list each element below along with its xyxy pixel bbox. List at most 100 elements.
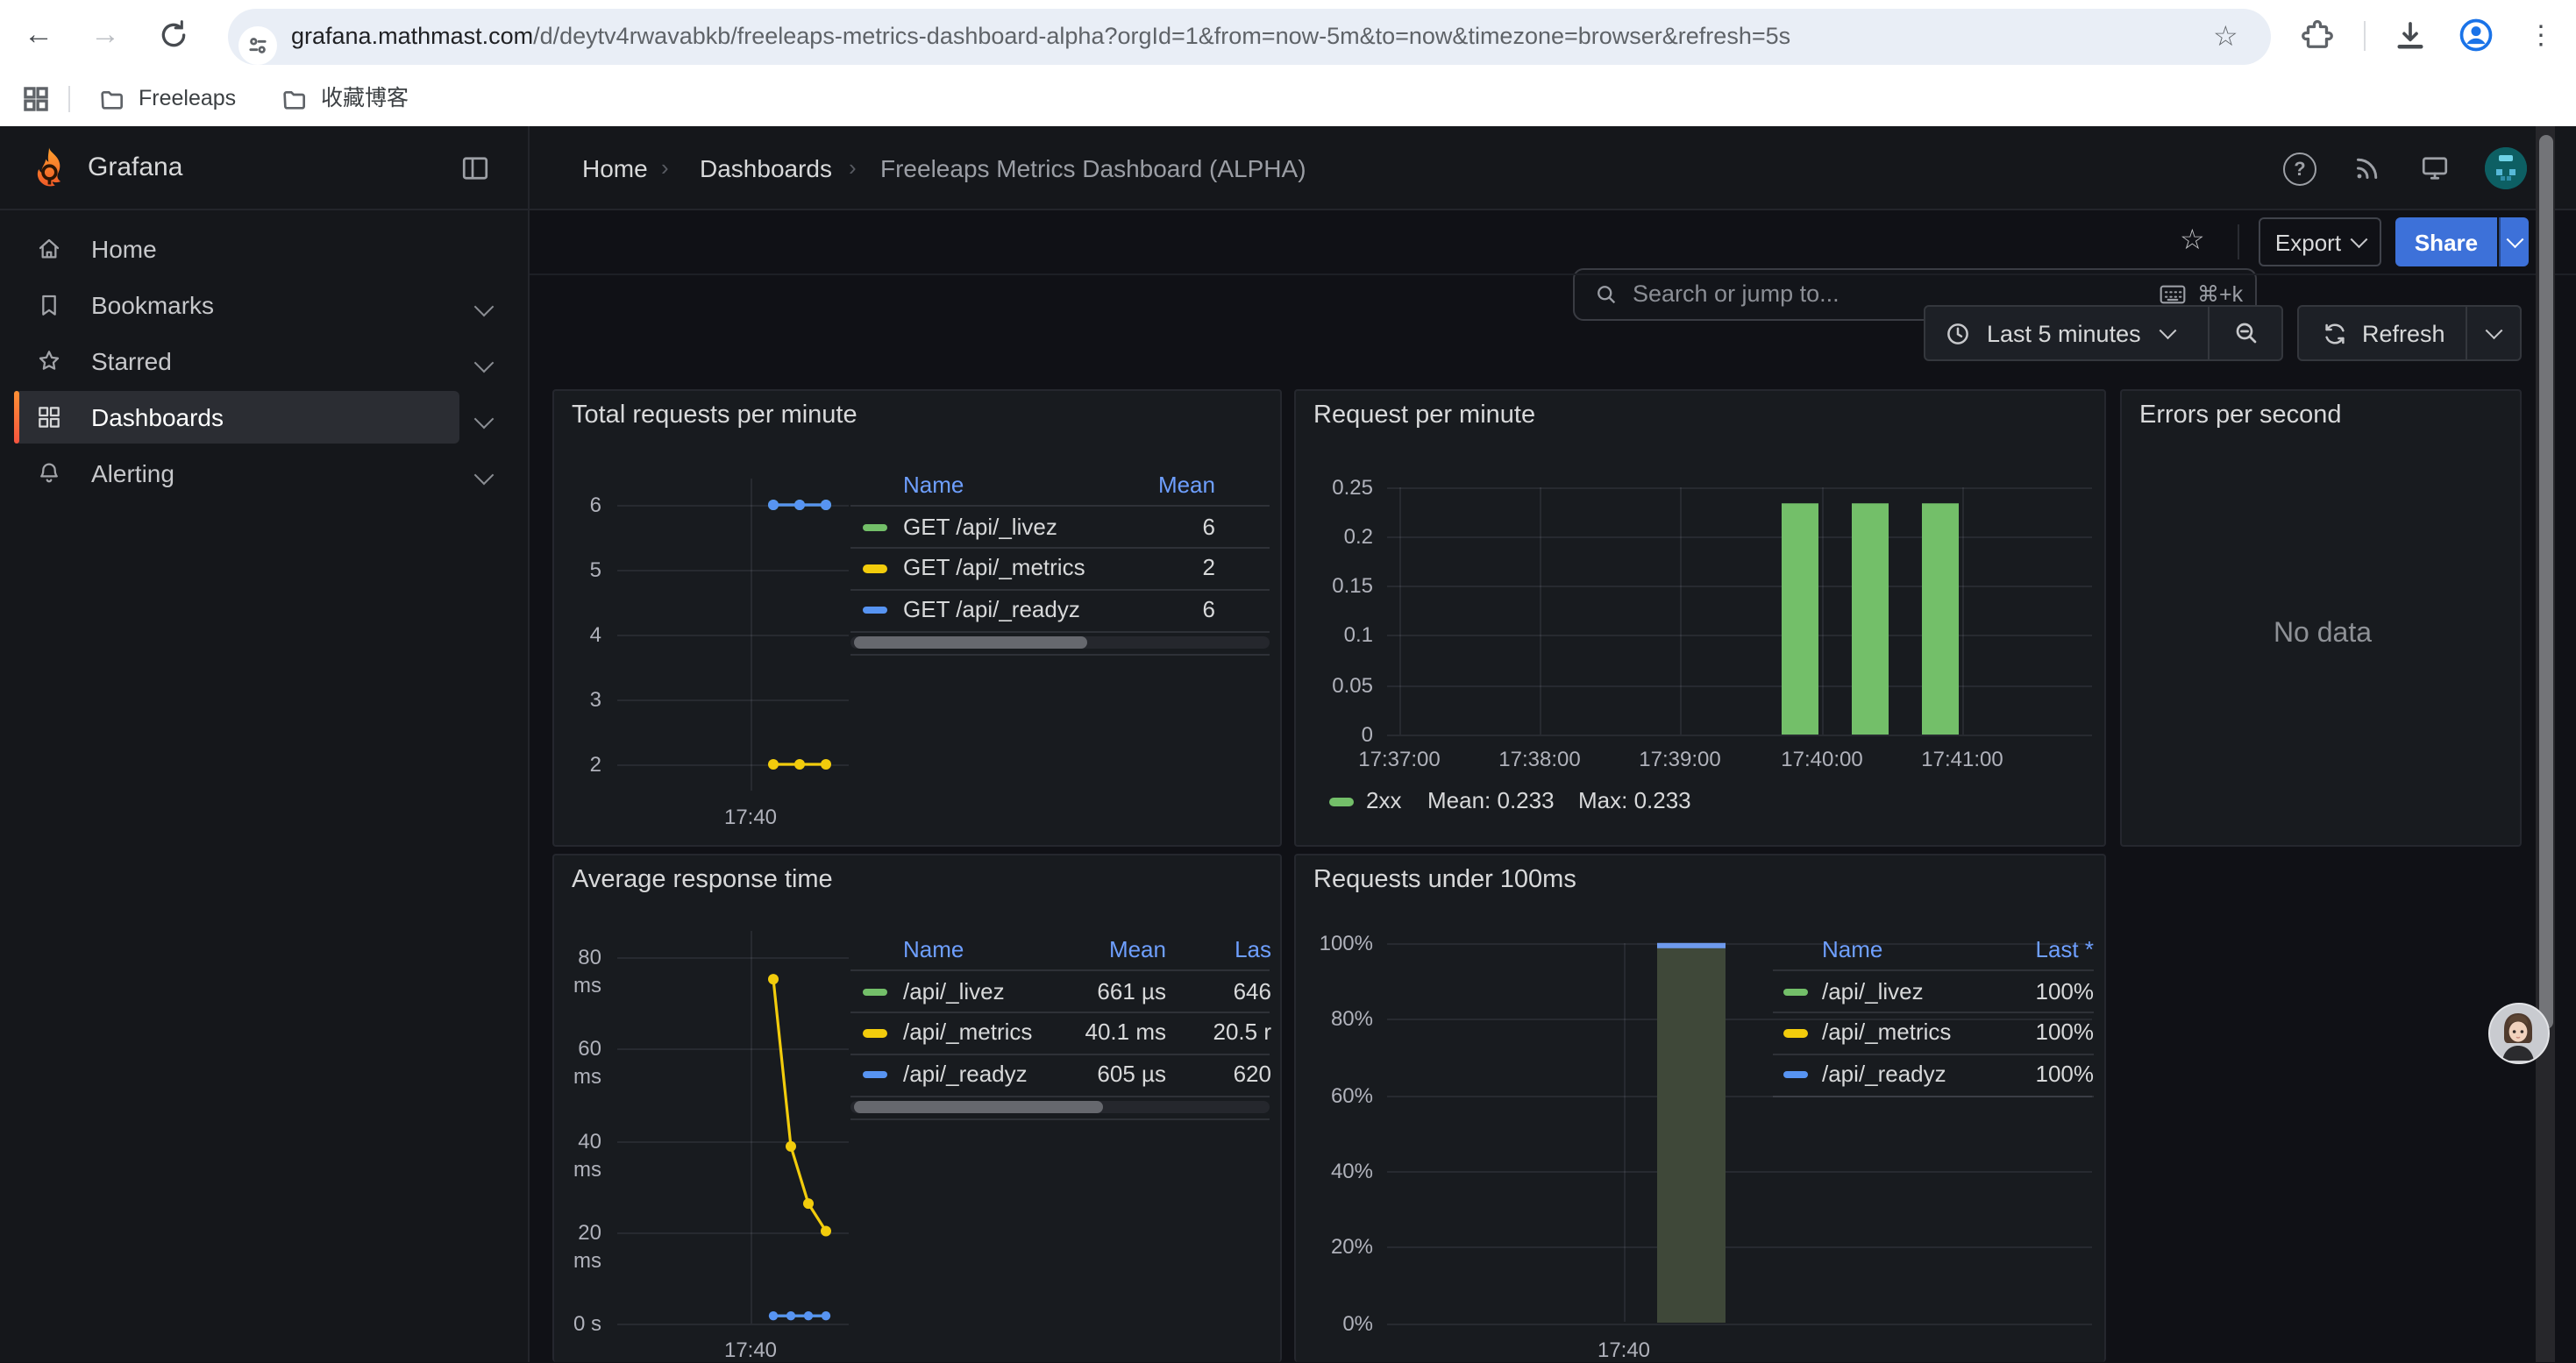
legend-series-name[interactable]: GET /api/_readyz <box>903 595 1080 623</box>
series-color-pill[interactable] <box>1329 798 1354 806</box>
zoom-out-button[interactable] <box>2208 305 2283 361</box>
series-color-pill[interactable] <box>1783 1070 1808 1078</box>
forward-icon[interactable]: → <box>84 14 126 56</box>
downloads-icon[interactable] <box>2392 18 2429 54</box>
legend-header-name[interactable]: Name <box>903 936 964 964</box>
extensions-icon[interactable] <box>2299 18 2336 54</box>
y-axis-tick: 5 <box>554 556 601 584</box>
y-axis-tick: 80% <box>1296 1005 1373 1033</box>
refresh-icon <box>2322 320 2348 346</box>
user-avatar[interactable] <box>2485 147 2527 189</box>
refresh-button[interactable]: Refresh <box>2297 305 2467 361</box>
help-icon[interactable]: ? <box>2283 153 2316 186</box>
reload-icon[interactable] <box>156 18 191 53</box>
panel-avg-response-time[interactable]: Average response time 80 ms60 ms40 ms20 … <box>552 854 1282 1362</box>
panel-title[interactable]: Errors per second <box>2139 401 2342 429</box>
legend-scrollbar-thumb[interactable] <box>854 1100 1103 1113</box>
search-placeholder: Search or jump to... <box>1633 270 1839 319</box>
legend-header-Mean[interactable]: Mean <box>1057 472 1215 500</box>
sidebar-item-starred[interactable]: Starred <box>14 335 459 387</box>
gridline-vertical <box>1962 486 1964 735</box>
legend-series-name[interactable]: GET /api/_livez <box>903 513 1057 541</box>
y-axis-tick: 2 <box>554 750 601 778</box>
gridline-horizontal <box>1387 1171 2092 1173</box>
series-color-pill[interactable] <box>863 606 887 614</box>
site-settings-icon[interactable] <box>238 26 277 65</box>
legend-series-name[interactable]: /api/_metrics <box>1822 1019 1951 1047</box>
breadcrumb-home[interactable]: Home <box>582 126 648 210</box>
legend-series-name[interactable]: /api/_readyz <box>1822 1060 1946 1088</box>
x-axis-tick: 17:38:00 <box>1484 745 1596 773</box>
bookmark-label: 收藏博客 <box>321 72 409 126</box>
back-icon[interactable]: ← <box>18 14 60 56</box>
legend-header-name[interactable]: Name <box>903 472 964 500</box>
export-button[interactable]: Export <box>2259 217 2381 266</box>
series-color-pill[interactable] <box>863 564 887 572</box>
bookmarks-separator <box>68 86 70 112</box>
series-color-pill[interactable] <box>863 1029 887 1037</box>
x-axis-tick: 17:37:00 <box>1343 745 1455 773</box>
apps-grid-icon[interactable] <box>21 84 51 114</box>
legend-header-name[interactable]: Name <box>1822 936 1882 964</box>
share-button[interactable]: Share <box>2395 217 2497 266</box>
legend-series-name[interactable]: 2xx <box>1366 787 1401 815</box>
legend-series-name[interactable]: /api/_livez <box>1822 977 1924 1005</box>
sidebar-item-bookmarks[interactable]: Bookmarks <box>14 279 459 331</box>
favorite-star-icon[interactable]: ☆ <box>2180 223 2205 258</box>
refresh-interval-dropdown[interactable] <box>2466 305 2522 361</box>
x-axis-tick: 17:39:00 <box>1624 745 1736 773</box>
panel-total-requests[interactable]: Total requests per minute 6543217:40Name… <box>552 389 1282 847</box>
panel-requests-under-100ms[interactable]: Requests under 100ms 100%80%60%40%20%0%1… <box>1294 854 2106 1362</box>
breadcrumb-separator: › <box>849 126 857 210</box>
monitor-icon[interactable] <box>2418 153 2451 184</box>
chevron-down-icon <box>474 353 495 373</box>
legend-value: 646 <box>1114 977 1271 1005</box>
page-scrollbar-thumb[interactable] <box>2539 135 2553 1029</box>
sidebar-item-alerting[interactable]: Alerting <box>14 447 459 500</box>
x-axis-tick: 17:41:00 <box>1906 745 2018 773</box>
sidebar-item-label: Bookmarks <box>91 279 214 331</box>
sidebar-item-label: Dashboards <box>91 391 224 444</box>
url-bar[interactable]: grafana.mathmast.com/d/deytv4rwavabkb/fr… <box>228 9 2271 65</box>
series-color-pill[interactable] <box>863 523 887 531</box>
legend-scrollbar-thumb[interactable] <box>854 635 1087 649</box>
bookmark-item-blogs[interactable]: 收藏博客 <box>281 72 409 126</box>
news-rss-icon[interactable] <box>2352 153 2383 184</box>
gridline-horizontal <box>617 635 849 636</box>
time-range-picker[interactable]: Last 5 minutes <box>1924 305 2210 361</box>
share-dropdown-button[interactable] <box>2499 217 2529 266</box>
legend-divider <box>850 1118 1270 1119</box>
chevron-down-icon <box>474 409 495 429</box>
sidebar-toggle-icon[interactable] <box>459 153 491 184</box>
legend-header-Las[interactable]: Las <box>1114 936 1271 964</box>
profile-icon[interactable] <box>2457 16 2495 54</box>
panel-title[interactable]: Average response time <box>572 866 833 894</box>
panel-title[interactable]: Request per minute <box>1313 401 1535 429</box>
series-color-pill[interactable] <box>863 988 887 996</box>
legend-value: 620 <box>1114 1060 1271 1088</box>
y-axis-tick: 0.2 <box>1296 522 1373 550</box>
bookmark-star-icon[interactable]: ☆ <box>2213 19 2238 54</box>
legend-header-Last *[interactable]: Last * <box>1936 936 2094 964</box>
series-color-pill[interactable] <box>1783 1029 1808 1037</box>
gridline-horizontal <box>617 1323 849 1324</box>
panel-title[interactable]: Total requests per minute <box>572 401 857 429</box>
y-axis-tick: 4 <box>554 621 601 649</box>
gridline-horizontal <box>617 764 849 766</box>
browser-menu-icon[interactable]: ⋮ <box>2520 14 2562 56</box>
sidebar-item-dashboards[interactable]: Dashboards <box>14 391 459 444</box>
series-color-pill[interactable] <box>1783 988 1808 996</box>
breadcrumb-dashboards[interactable]: Dashboards <box>700 126 832 210</box>
sidebar-item-home[interactable]: Home <box>14 223 459 275</box>
legend-series-name[interactable]: /api/_livez <box>903 977 1005 1005</box>
panel-title[interactable]: Requests under 100ms <box>1313 866 1576 894</box>
panel-request-per-minute[interactable]: Request per minute 0.250.20.150.10.05017… <box>1294 389 2106 847</box>
sidebar-divider <box>528 126 530 1362</box>
grafana-logo-icon[interactable] <box>26 144 72 191</box>
bookmark-item-freeleaps[interactable]: Freeleaps <box>98 72 236 126</box>
panel-errors-per-second[interactable]: Errors per second No data <box>2120 389 2522 847</box>
chevron-down-icon <box>2351 231 2366 247</box>
x-axis-tick: 17:40 <box>694 1335 807 1363</box>
series-color-pill[interactable] <box>863 1070 887 1078</box>
assistant-avatar[interactable] <box>2488 1003 2550 1064</box>
